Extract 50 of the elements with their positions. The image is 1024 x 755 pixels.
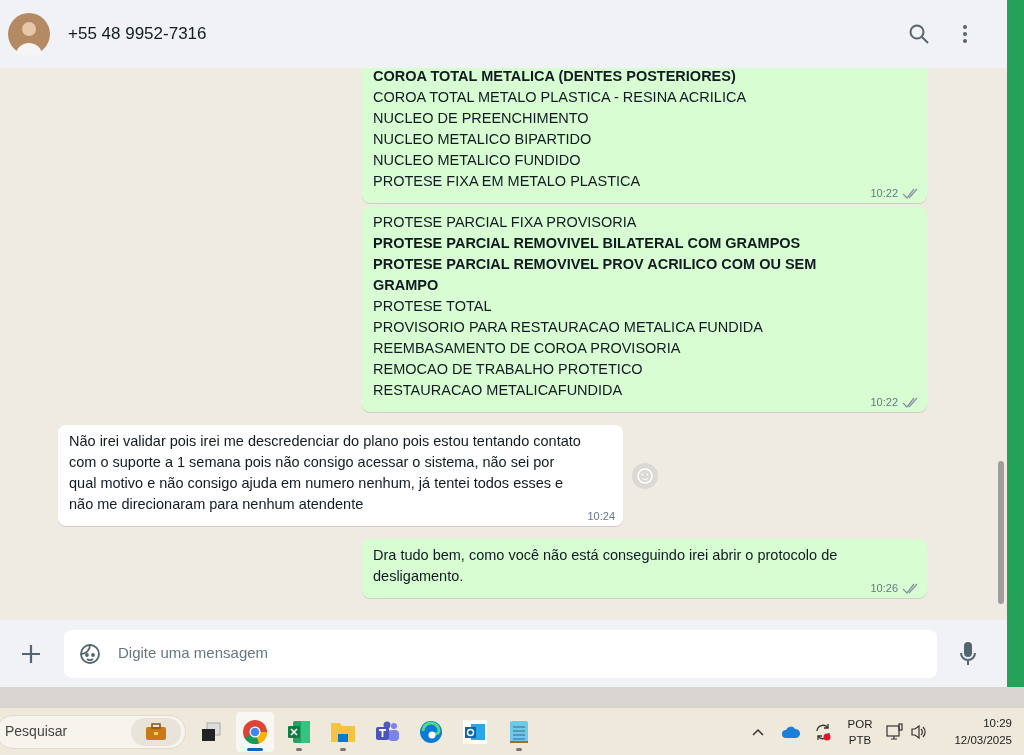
message-text: PROTESE TOTAL (373, 297, 493, 316)
microphone-icon[interactable] (959, 640, 977, 667)
message-text: PROVISORIO PARA RESTAURACAO METALICA FUNDIDA (373, 318, 764, 337)
message-text: REEMBASAMENTO DE COROA PROVISORIA (373, 339, 682, 358)
plus-icon[interactable] (20, 642, 42, 665)
search-icon[interactable] (909, 24, 929, 44)
taskbar-search-field[interactable]: Pesquisar (0, 714, 186, 749)
chevron-up-icon[interactable] (751, 727, 764, 736)
notepad-icon (508, 718, 530, 745)
message-time: 10:22 (870, 394, 898, 410)
message-text: PROTESE PARCIAL REMOVIVEL BILATERAL COM GRAMPOS (373, 234, 802, 253)
message-text: NUCLEO DE PREENCHIMENTO (373, 109, 590, 128)
message-field[interactable]: Digite uma mensagem (64, 629, 937, 678)
wave-icon (419, 719, 443, 744)
menu-icon[interactable] (963, 25, 967, 43)
avatar[interactable] (8, 13, 50, 55)
briefcase-icon (145, 722, 167, 741)
double-check-icon (902, 582, 919, 594)
people-icon (374, 719, 400, 744)
message-time: 10:26 (870, 580, 898, 596)
message-time: 10:22 (870, 185, 898, 201)
message-text: Não irei validar pois irei me descredenciar do plano pois estou tentando contato com o suporte a 1 semana pois não consigo acessar o sistema, não sei por qual motivo e não consigo ajuda em numero nenhum, já tentei todos esses e não me direcionaram para nenhum atendente (69, 432, 582, 514)
cloud-icon[interactable] (781, 725, 800, 738)
message-text: COROA TOTAL METALO PLASTICA - RESINA ACRILICA (373, 88, 748, 107)
message-text: Dra tudo bem, como você não está conseguindo irei abrir o protocolo de desligamento. (373, 546, 839, 586)
message-input[interactable]: Digite uma mensagem (118, 642, 923, 665)
message-text: PROTESE PARCIAL REMOVIVEL PROV ACRILICO COM OU SEM GRAMPO (373, 255, 818, 295)
network-icon[interactable] (886, 722, 905, 741)
mail-icon (462, 718, 488, 745)
message-time: 10:24 (587, 508, 615, 524)
message-text: PROTESE PARCIAL FIXA PROVISORIA (373, 213, 638, 232)
windows-icon (199, 719, 223, 744)
message-text: COROA TOTAL METALICA (DENTES POSTERIORES) (373, 68, 737, 86)
message-text: NUCLEO METALICO BIPARTIDO (373, 130, 593, 149)
message-text: RESTAURACAO METALICAFUNDIDA (373, 381, 624, 400)
speaker-icon[interactable] (910, 723, 929, 740)
taskbar-search-input[interactable]: Pesquisar (5, 721, 131, 742)
sticker-icon[interactable] (78, 641, 102, 666)
message-text: NUCLEO METALICO FUNDIDO (373, 151, 582, 170)
sync-alert-icon[interactable] (813, 722, 832, 741)
contact-name: +55 48 9952-7316 (68, 23, 207, 46)
clock[interactable]: 10:29 12/03/2025 (954, 714, 1012, 749)
browser-icon (242, 718, 268, 745)
language-indicator[interactable]: POR PTB (847, 715, 873, 748)
double-check-icon (902, 187, 919, 199)
spreadsheet-icon (286, 718, 312, 745)
scrollbar[interactable] (998, 461, 1004, 604)
message-text: REMOCAO DE TRABALHO PROTETICO (373, 360, 644, 379)
message-text: PROTESE FIXA EM METALO PLASTICA (373, 172, 642, 191)
double-check-icon (902, 396, 919, 408)
